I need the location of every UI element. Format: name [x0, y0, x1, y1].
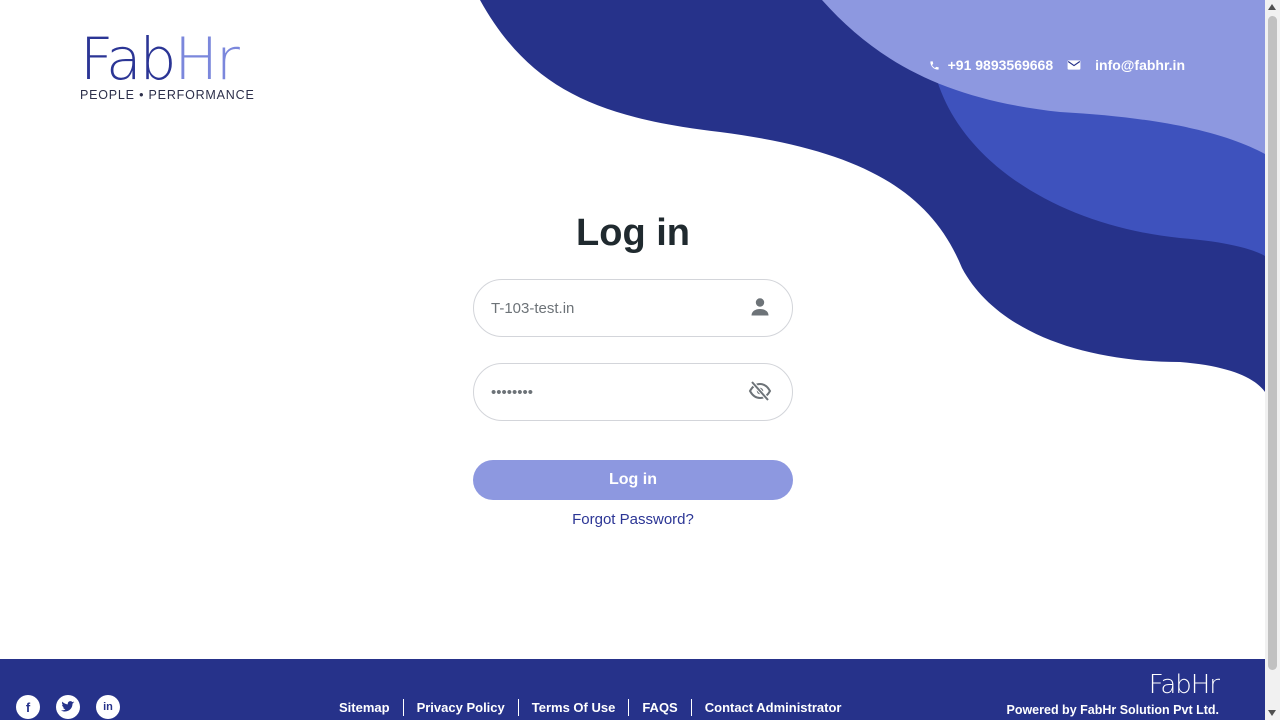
light-wave [822, 0, 1265, 154]
scrollbar-thumb[interactable] [1268, 16, 1277, 670]
phone-number[interactable]: +91 9893569668 [948, 57, 1054, 73]
linkedin-icon[interactable]: in [96, 695, 120, 719]
footer-link-contact-administrator[interactable]: Contact Administrator [692, 700, 855, 715]
forgot-password-link[interactable]: Forgot Password? [473, 511, 793, 528]
envelope-icon [1067, 60, 1081, 70]
vertical-scrollbar[interactable] [1265, 0, 1280, 720]
username-field[interactable] [473, 279, 793, 337]
footer-link-terms-of-use[interactable]: Terms Of Use [519, 700, 629, 715]
login-page: FabHr PEOPLE • PERFORMANCE +91 989356966… [0, 0, 1265, 720]
powered-by-text: Powered by FabHr Solution Pvt Ltd. [1006, 703, 1219, 717]
scroll-up-arrow-icon[interactable] [1268, 4, 1276, 10]
logo-tagline: PEOPLE • PERFORMANCE [80, 88, 255, 102]
user-icon [751, 298, 769, 316]
password-input[interactable] [491, 364, 731, 420]
footer-link-privacy-policy[interactable]: Privacy Policy [404, 700, 518, 715]
footer: f in Sitemap Privacy Policy Terms Of Use… [0, 659, 1265, 720]
phone-icon [930, 60, 939, 70]
password-field[interactable] [473, 363, 793, 421]
contact-info: +91 9893569668 info@fabhr.in [929, 57, 1185, 73]
scroll-down-arrow-icon[interactable] [1268, 710, 1276, 716]
login-button[interactable]: Log in [473, 460, 793, 500]
logo-wordmark: FabHr [80, 25, 240, 93]
footer-brand: FabHr Powered by FabHr Solution Pvt Ltd. [1006, 670, 1220, 717]
facebook-icon[interactable]: f [16, 695, 40, 719]
eye-slash-icon[interactable] [748, 379, 772, 403]
email-address[interactable]: info@fabhr.in [1095, 57, 1185, 73]
footer-nav: Sitemap Privacy Policy Terms Of Use FAQS… [326, 699, 854, 716]
footer-link-sitemap[interactable]: Sitemap [326, 700, 403, 715]
footer-logo: FabHr [1148, 670, 1220, 700]
background-wave-graphic [480, 0, 1265, 392]
twitter-icon[interactable] [56, 695, 80, 719]
page-title: Log in [576, 212, 690, 254]
mid-wave [930, 0, 1265, 256]
username-input[interactable] [491, 280, 731, 336]
footer-link-faqs[interactable]: FAQS [629, 700, 690, 715]
social-links: f in [16, 695, 120, 719]
fabhr-logo[interactable]: FabHr PEOPLE • PERFORMANCE [80, 28, 270, 102]
